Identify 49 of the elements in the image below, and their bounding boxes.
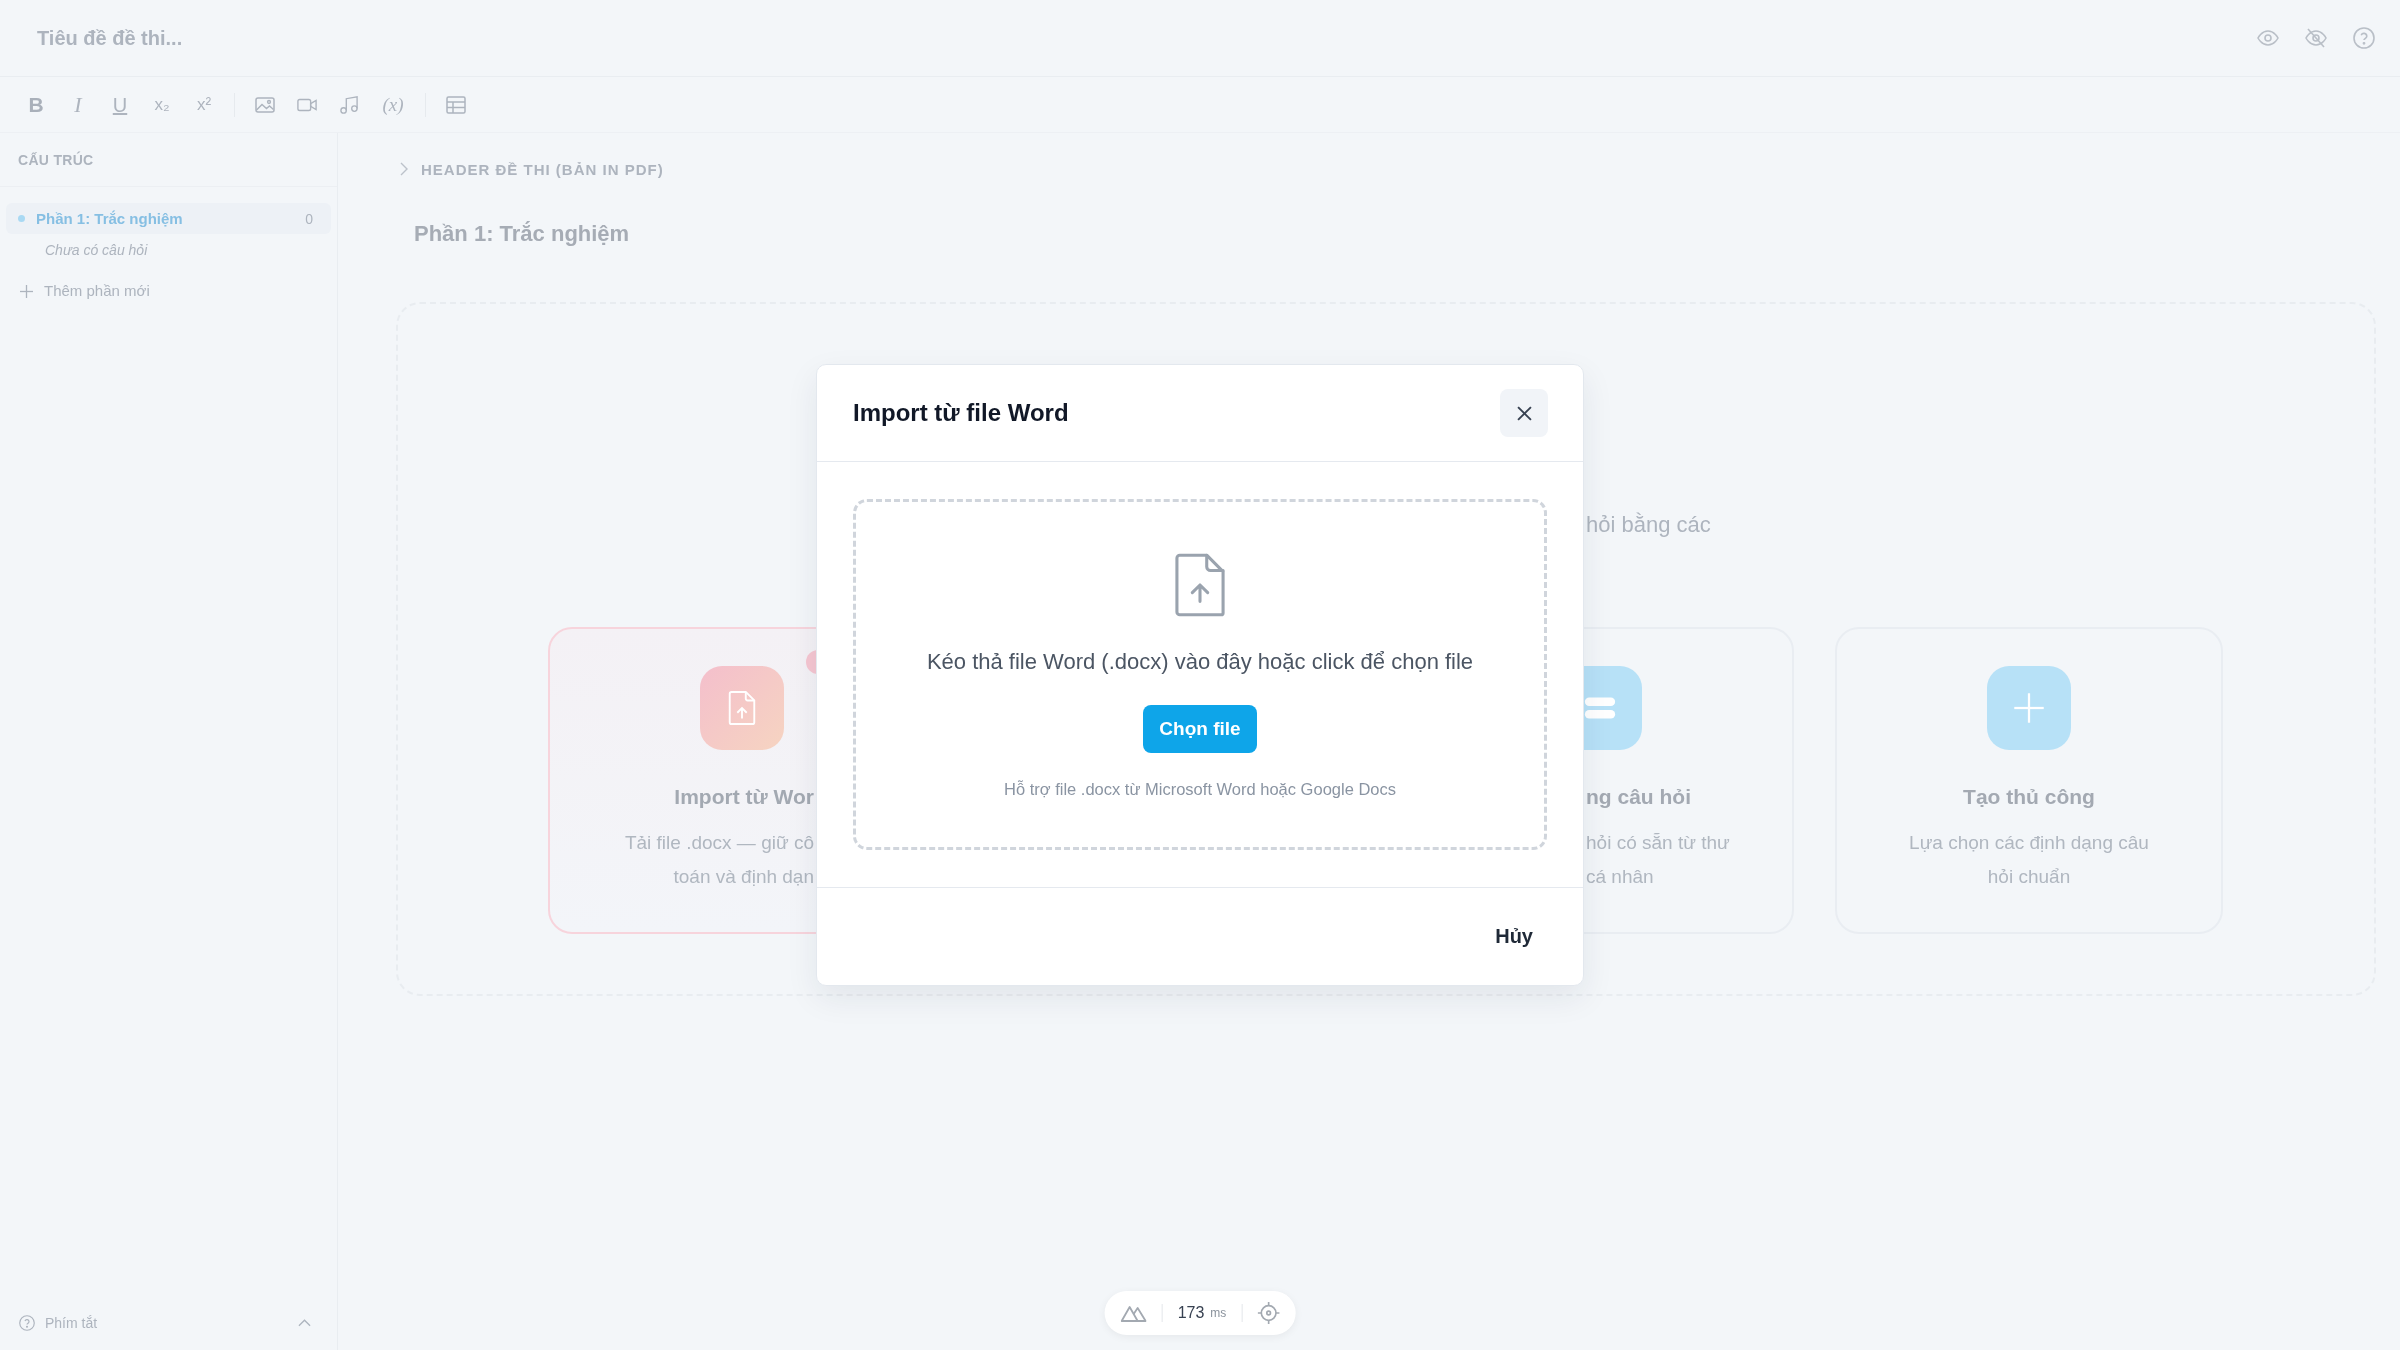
file-upload-icon [700, 666, 784, 750]
close-icon [1516, 405, 1532, 421]
close-button[interactable] [1500, 389, 1548, 437]
empty-state-subtitle: hỏi bằng các [1586, 511, 1711, 539]
card-title: ng câu hỏi [1586, 784, 1691, 810]
shortcuts-button[interactable]: Phím tắt [0, 1306, 337, 1350]
formula-button[interactable]: (x) [375, 88, 411, 121]
file-dropzone[interactable]: Kéo thả file Word (.docx) vào đây hoặc click để chọn file Chọn file Hỗ trợ file .docx từ Microsoft Word hoặc Google Docs [853, 499, 1547, 850]
preview-button[interactable] [2257, 27, 2279, 49]
eye-icon [2257, 27, 2279, 49]
eye-slash-icon [2305, 27, 2327, 49]
render-time-value: 173 [1177, 1304, 1205, 1322]
image-icon [255, 95, 275, 114]
card-title: Tạo thủ công [1963, 784, 2095, 810]
italic-button[interactable]: I [62, 88, 94, 121]
render-time-unit: ms [1210, 1306, 1227, 1320]
subscript-button[interactable]: x₂ [146, 88, 178, 121]
file-upload-icon [1175, 553, 1225, 617]
hide-preview-button[interactable] [2305, 27, 2327, 49]
help-icon [19, 1315, 35, 1331]
plus-icon [1987, 666, 2071, 750]
superscript-button[interactable]: x² [188, 88, 220, 121]
mountain-icon[interactable] [1120, 1304, 1147, 1322]
bold-button[interactable]: B [20, 88, 52, 121]
section-item[interactable]: Phần 1: Trắc nghiệm 0 [6, 203, 331, 234]
help-button[interactable] [2353, 27, 2375, 49]
table-icon [446, 95, 466, 114]
modal-title: Import từ file Word [853, 399, 1069, 427]
dropzone-hint: Hỗ trợ file .docx từ Microsoft Word hoặc Google Docs [1003, 779, 1396, 800]
plus-icon [20, 284, 33, 298]
crosshair-icon[interactable] [1257, 1302, 1280, 1324]
underline-button[interactable]: U [104, 88, 136, 121]
option-card[interactable]: Tạo thủ công Lựa chọn các định dạng câu hỏi chuẩn [1835, 627, 2223, 934]
card-description: Lựa chọn các định dạng câu hỏi chuẩn [1909, 831, 2149, 889]
help-icon [2353, 27, 2375, 49]
empty-note: Chưa có câu hỏi [45, 241, 148, 259]
question-count: 0 [305, 210, 313, 227]
sidebar-heading: CẤU TRÚC [18, 151, 94, 168]
music-note-icon [339, 95, 359, 114]
add-section-button[interactable]: Thêm phần mới [20, 281, 150, 301]
section-heading: Phần 1: Trắc nghiệm [414, 220, 630, 248]
bullet-icon [18, 215, 25, 222]
chevron-up-icon [298, 1319, 311, 1327]
card-description: Tải file .docx — giữ cô toán và định dạn [624, 831, 814, 889]
print-header-toggle[interactable]: HEADER ĐỀ THI (BẢN IN PDF) [396, 157, 664, 181]
card-title: Import từ Wor [674, 784, 814, 810]
title-input[interactable]: Tiêu đề đề thi... [37, 26, 637, 50]
choose-file-button[interactable]: Chọn file [1143, 705, 1257, 753]
card-description: hỏi có sẵn từ thư cá nhân [1586, 831, 1730, 889]
